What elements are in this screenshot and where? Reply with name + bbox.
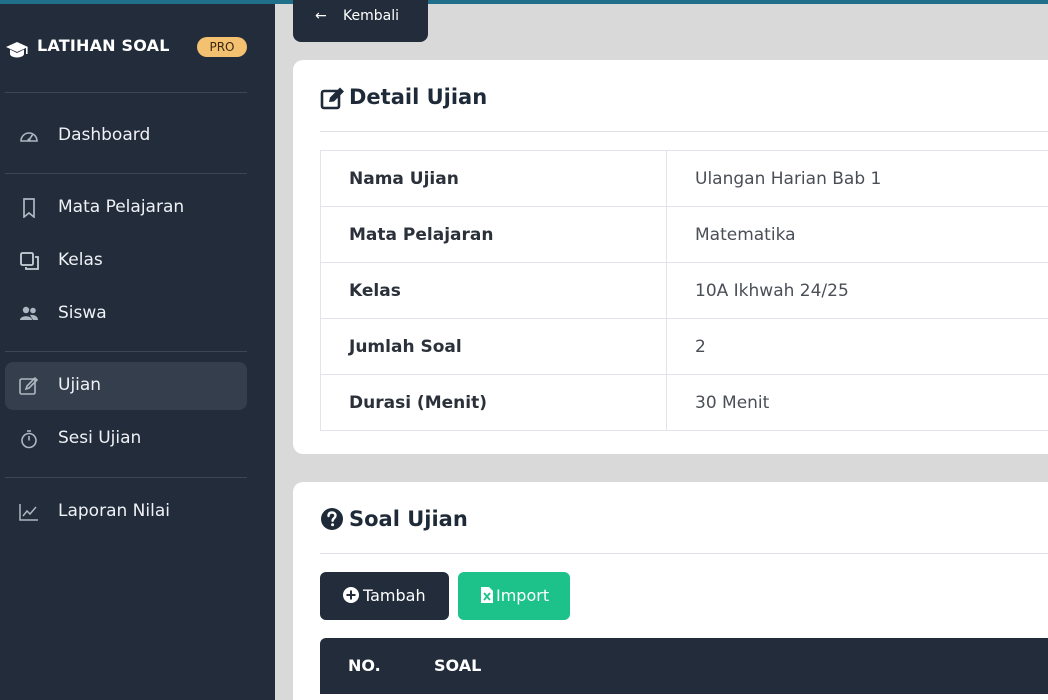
plus-circle-icon [343, 587, 359, 603]
back-button-label: Kembali [343, 8, 399, 24]
sidebar-item-label: Sesi Ujian [58, 428, 142, 448]
detail-title: Detail Ujian [349, 85, 488, 109]
add-question-button[interactable]: Tambah [320, 572, 449, 620]
excel-file-icon [481, 587, 493, 603]
column-header-no: NO. [348, 656, 381, 675]
sidebar-divider [5, 92, 247, 93]
edit-square-icon [320, 87, 344, 110]
sidebar-item-mata-pelajaran[interactable]: Mata Pelajaran [5, 184, 247, 232]
sidebar-item-label: Laporan Nilai [58, 501, 170, 521]
import-button-label: Import [496, 586, 550, 605]
table-row: Durasi (Menit) 30 Menit [320, 374, 1048, 431]
chart-line-icon [19, 504, 38, 521]
table-row: Kelas 10A Ikhwah 24/25 [320, 262, 1048, 319]
column-header-soal: SOAL [434, 656, 482, 675]
stopwatch-icon [21, 430, 37, 449]
copy-icon [20, 252, 39, 270]
brand[interactable]: LATIHAN SOAL PRO [0, 4, 275, 92]
table-row: Nama Ujian Ulangan Harian Bab 1 [320, 150, 1048, 207]
brand-title: LATIHAN SOAL [37, 36, 170, 55]
question-circle-icon [321, 508, 343, 530]
sidebar-divider [5, 351, 247, 352]
sidebar-divider [5, 173, 247, 174]
sidebar-item-label: Mata Pelajaran [58, 197, 185, 217]
soal-title: Soal Ujian [349, 507, 468, 531]
detail-value: Ulangan Harian Bab 1 [666, 150, 1048, 207]
sidebar-item-kelas[interactable]: Kelas [5, 237, 247, 285]
detail-key: Kelas [320, 262, 667, 319]
sidebar-item-label: Dashboard [58, 125, 151, 145]
bookmark-icon [23, 198, 35, 218]
sidebar: LATIHAN SOAL PRO Dashboard Mata Pelajara… [0, 4, 275, 700]
detail-key: Durasi (Menit) [320, 374, 667, 431]
questions-table-header: NO. SOAL [320, 638, 1048, 694]
detail-value: 10A Ikhwah 24/25 [666, 262, 1048, 319]
sidebar-item-laporan-nilai[interactable]: Laporan Nilai [5, 488, 247, 536]
detail-key: Jumlah Soal [320, 318, 667, 375]
arrow-left-icon: ← [315, 8, 327, 24]
sidebar-item-ujian[interactable]: Ujian [5, 362, 247, 410]
back-button[interactable]: ← Kembali [293, 0, 428, 42]
detail-key: Mata Pelajaran [320, 206, 667, 263]
table-row: Jumlah Soal 2 [320, 318, 1048, 375]
graduation-cap-icon [6, 42, 28, 58]
edit-icon [19, 376, 39, 395]
title-divider [320, 131, 1048, 132]
import-button[interactable]: Import [458, 572, 570, 620]
detail-value: 2 [666, 318, 1048, 375]
add-button-label: Tambah [363, 586, 426, 605]
pro-badge: PRO [197, 37, 247, 57]
detail-table: Nama Ujian Ulangan Harian Bab 1 Mata Pel… [320, 150, 1048, 431]
title-divider [320, 553, 1048, 554]
gauge-icon [20, 132, 38, 142]
sidebar-divider [5, 477, 247, 478]
sidebar-item-siswa[interactable]: Siswa [5, 290, 247, 338]
detail-card: Detail Ujian Nama Ujian Ulangan Harian B… [293, 60, 1048, 454]
sidebar-item-sesi-ujian[interactable]: Sesi Ujian [5, 415, 247, 463]
table-row: Mata Pelajaran Matematika [320, 206, 1048, 263]
sidebar-item-label: Kelas [58, 250, 103, 270]
sidebar-item-label: Ujian [58, 375, 102, 395]
sidebar-item-label: Siswa [58, 303, 107, 323]
users-icon [20, 306, 38, 320]
detail-value: 30 Menit [666, 374, 1048, 431]
detail-value: Matematika [666, 206, 1048, 263]
sidebar-item-dashboard[interactable]: Dashboard [5, 112, 247, 160]
soal-card: Soal Ujian Tambah Import NO. SOAL [293, 482, 1048, 700]
detail-key: Nama Ujian [320, 150, 667, 207]
